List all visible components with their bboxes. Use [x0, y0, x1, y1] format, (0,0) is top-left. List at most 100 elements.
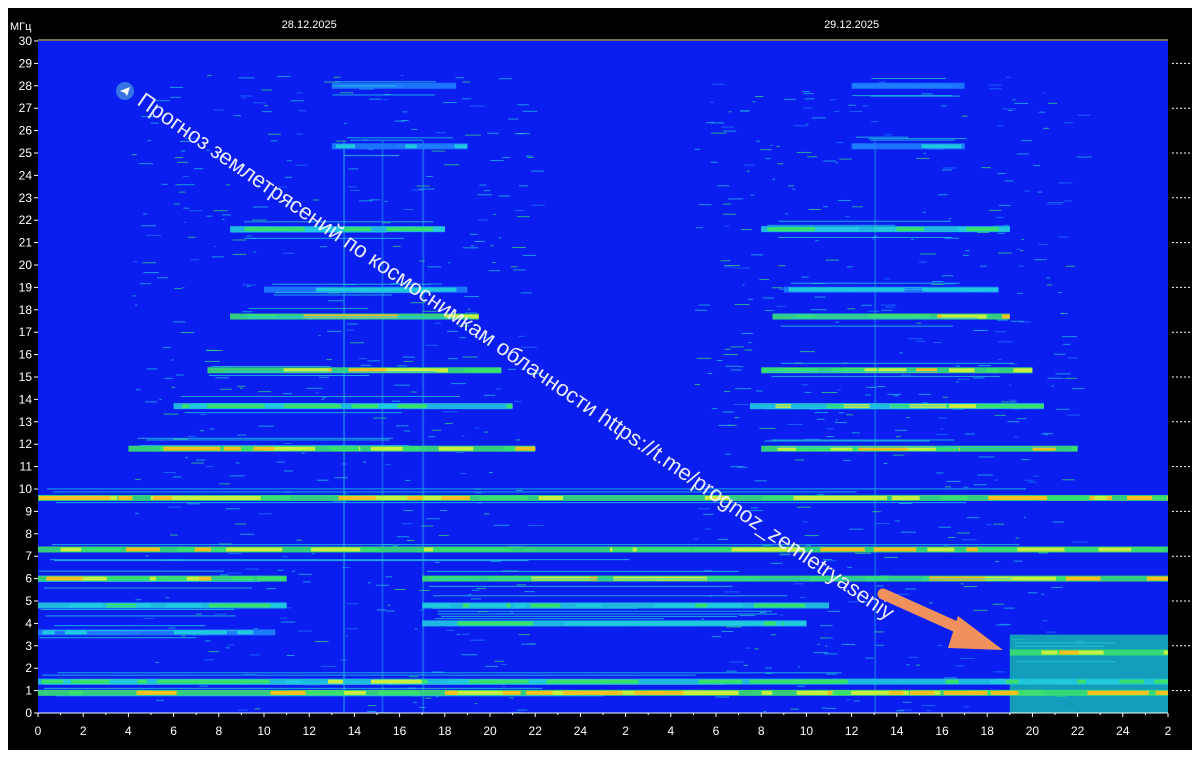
- y-tick-label: 6: [25, 572, 32, 586]
- noise-speckle: [1048, 102, 1058, 104]
- noise-speckle: [807, 156, 818, 158]
- noise-speckle: [246, 235, 252, 237]
- noise-speckle: [205, 466, 214, 468]
- noise-speckle: [853, 700, 860, 702]
- noise-speckle: [232, 253, 247, 255]
- noise-speckle: [411, 128, 418, 130]
- noise-speckle: [376, 609, 386, 611]
- band-sideline: [868, 138, 967, 140]
- band-sideline: [248, 307, 369, 309]
- noise-speckle: [447, 262, 451, 264]
- noise-speckle: [290, 100, 304, 102]
- noise-speckle: [159, 398, 162, 400]
- noise-speckle: [911, 238, 914, 240]
- noise-speckle: [219, 483, 230, 485]
- band-segment: [1146, 576, 1168, 581]
- noise-speckle: [238, 709, 248, 711]
- band-segment: [698, 679, 743, 684]
- noise-speckle: [759, 279, 769, 281]
- noise-speckle: [1058, 236, 1068, 238]
- noise-speckle: [1016, 418, 1027, 420]
- noise-speckle: [174, 288, 182, 290]
- noise-speckle: [199, 430, 204, 432]
- noise-speckle: [461, 435, 465, 437]
- band-segment: [335, 144, 355, 149]
- noise-speckle: [163, 472, 176, 474]
- noise-speckle: [862, 105, 869, 107]
- band-segment: [479, 495, 529, 500]
- band-sideline: [184, 412, 402, 414]
- noise-speckle: [1066, 357, 1078, 359]
- x-tick-label: 20: [1026, 724, 1040, 738]
- y-tick-label: 3: [25, 639, 32, 653]
- noise-speckle: [468, 594, 472, 596]
- noise-speckle: [531, 204, 545, 206]
- band-segment: [177, 603, 191, 608]
- noise-speckle: [739, 615, 756, 617]
- noise-speckle: [346, 603, 359, 605]
- noise-speckle: [326, 359, 332, 361]
- noise-speckle: [138, 163, 154, 165]
- noise-speckle: [277, 569, 284, 571]
- noise-speckle: [835, 162, 839, 164]
- noise-speckle: [820, 625, 833, 627]
- band-segment: [260, 495, 291, 500]
- noise-speckle: [199, 414, 207, 416]
- noise-speckle: [777, 163, 784, 165]
- noise-speckle: [1020, 250, 1024, 252]
- noise-speckle: [282, 252, 295, 254]
- noise-speckle: [143, 213, 148, 215]
- noise-speckle: [1006, 76, 1011, 78]
- noise-speckle: [333, 501, 348, 503]
- noise-speckle: [722, 411, 734, 413]
- noise-speckle: [964, 433, 975, 435]
- noise-speckle: [755, 390, 763, 392]
- noise-speckle: [1027, 592, 1038, 594]
- noise-speckle: [393, 245, 401, 247]
- band-segment: [378, 690, 420, 695]
- noise-speckle: [183, 207, 190, 209]
- band-sideline: [1016, 661, 1116, 663]
- noise-speckle: [745, 647, 751, 649]
- band-sideline: [768, 407, 942, 409]
- band-sideline: [42, 674, 696, 676]
- band-sideline: [344, 155, 400, 157]
- band-sideline: [438, 610, 772, 612]
- noise-speckle: [511, 612, 514, 614]
- noise-speckle: [286, 160, 292, 162]
- noise-speckle: [1056, 408, 1070, 410]
- noise-speckle: [972, 377, 985, 379]
- noise-speckle: [213, 246, 217, 248]
- noise-speckle: [1017, 292, 1024, 294]
- noise-speckle: [298, 110, 307, 112]
- noise-speckle: [1051, 385, 1054, 387]
- noise-speckle: [483, 190, 491, 192]
- band-sideline: [137, 437, 394, 439]
- band-sideline: [778, 236, 952, 238]
- x-tick-label: 14: [890, 724, 904, 738]
- y-tick-label: 23: [19, 191, 33, 205]
- y-tick-label: 30: [19, 34, 33, 48]
- band-sideline: [767, 224, 896, 226]
- noise-speckle: [801, 91, 811, 93]
- noise-speckle: [132, 261, 138, 263]
- noise-speckle: [710, 161, 718, 163]
- band-segment: [793, 495, 837, 500]
- band-segment: [502, 690, 521, 695]
- noise-speckle: [483, 431, 489, 433]
- band-segment: [155, 576, 187, 581]
- noise-speckle: [254, 708, 261, 710]
- noise-speckle: [995, 624, 1009, 626]
- noise-speckle: [797, 666, 801, 668]
- band-segment: [370, 495, 408, 500]
- y-tick-label: 24: [19, 168, 33, 182]
- noise-speckle: [1038, 244, 1048, 246]
- band-segment: [506, 404, 513, 409]
- noise-speckle: [936, 472, 944, 474]
- y-tick-label: 12: [19, 437, 33, 451]
- noise-speckle: [906, 664, 910, 666]
- noise-speckle: [495, 388, 502, 390]
- noise-speckle: [367, 710, 377, 712]
- noise-speckle: [922, 705, 936, 707]
- noise-speckle: [908, 656, 918, 658]
